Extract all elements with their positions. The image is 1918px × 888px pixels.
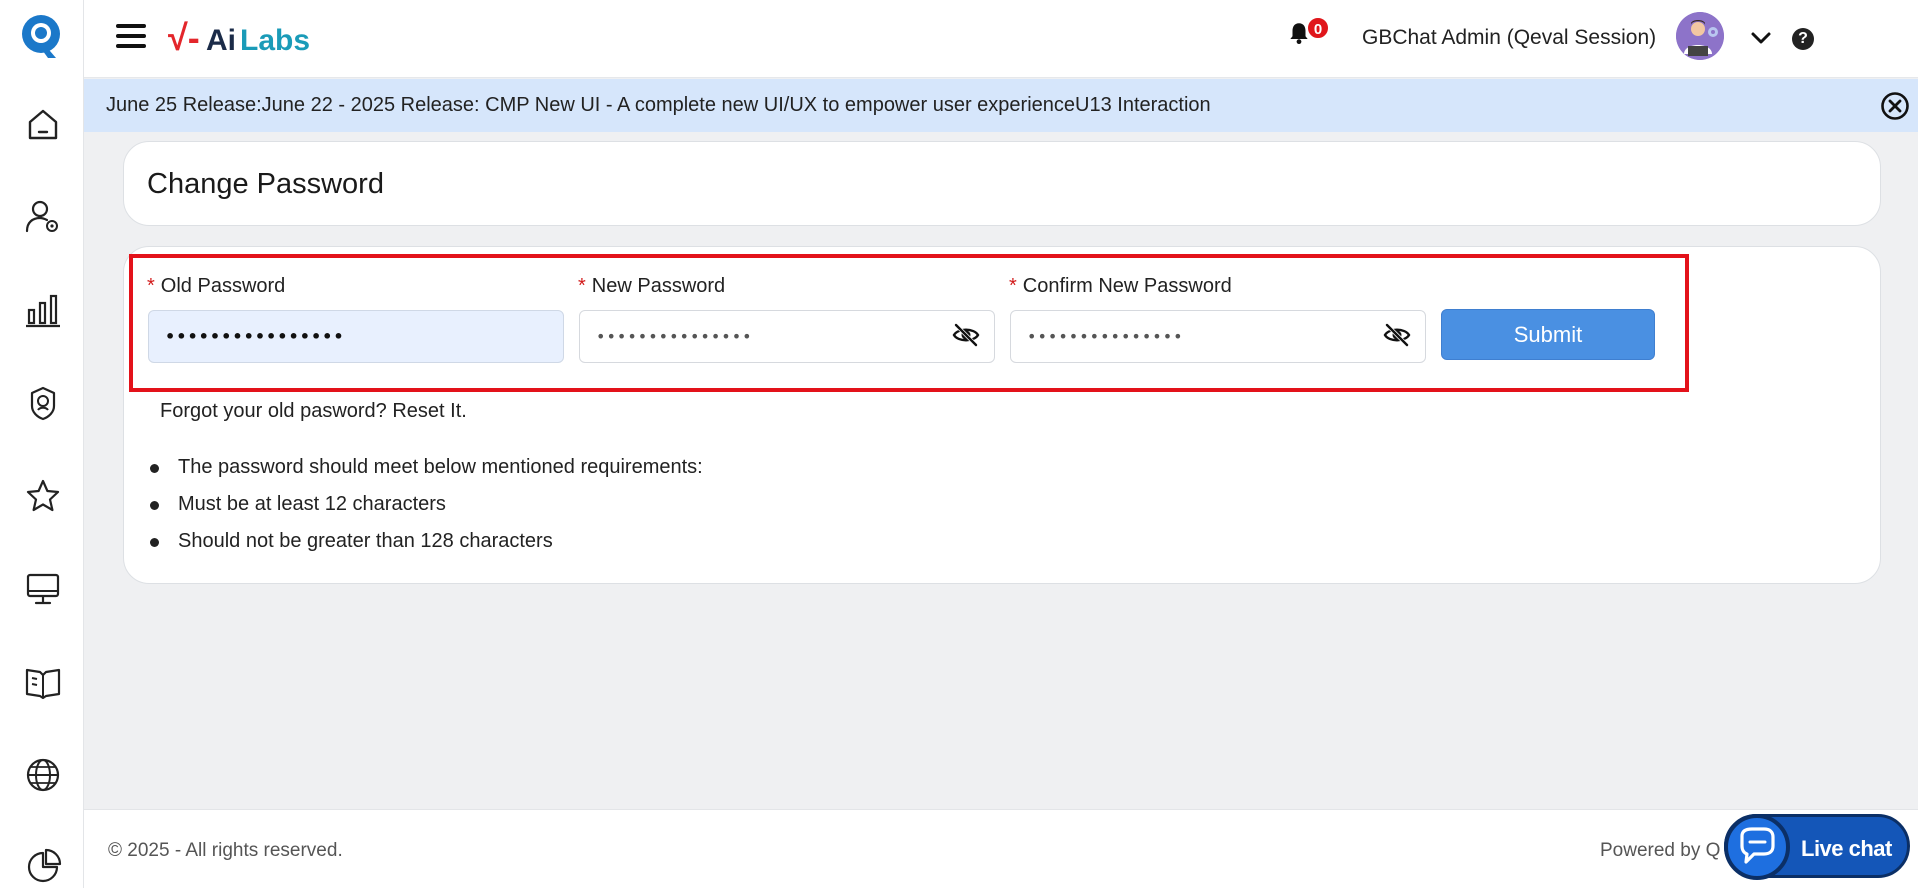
release-banner: June 25 Release:June 22 - 2025 Release: … <box>84 79 1918 132</box>
brand-logo[interactable]: √- Ai Labs <box>168 12 318 62</box>
list-item: Should not be greater than 128 character… <box>150 529 703 566</box>
sidebar-item-user-settings[interactable] <box>22 196 64 238</box>
live-chat-label: Live chat <box>1801 836 1892 861</box>
list-item: Must be at least 12 characters <box>150 492 703 529</box>
user-name[interactable]: GBChat Admin (Qeval Session) <box>1362 26 1656 50</box>
notification-count-badge: 0 <box>1306 16 1330 40</box>
globe-icon <box>26 758 60 792</box>
confirm-password-label: * Confirm New Password <box>1009 275 1232 297</box>
brand-labs: Labs <box>240 24 310 57</box>
avatar[interactable] <box>1676 12 1724 60</box>
eye-slash-icon <box>952 323 980 347</box>
live-chat-button[interactable]: Live chat <box>1724 814 1910 880</box>
required-marker: * <box>1009 275 1017 297</box>
sidebar <box>0 0 84 888</box>
brand-ai: Ai <box>206 24 236 57</box>
toggle-visibility-new-password[interactable] <box>951 320 981 350</box>
sidebar-item-knowledge[interactable] <box>22 661 64 703</box>
page-title: Change Password <box>147 168 384 200</box>
copyright-text: © 2025 - All rights reserved. <box>108 840 343 861</box>
sidebar-item-badge[interactable] <box>22 382 64 424</box>
toggle-visibility-confirm-password[interactable] <box>1382 320 1412 350</box>
chat-bubble-icon <box>1724 814 1790 880</box>
submit-button[interactable]: Submit <box>1441 309 1655 360</box>
forgot-password-text: Forgot your old pasword? Reset It. <box>160 400 467 422</box>
footer: © 2025 - All rights reserved. Powered by… <box>84 809 1918 888</box>
required-marker: * <box>578 275 586 297</box>
pie-chart-icon <box>27 848 62 883</box>
reset-password-link[interactable]: Reset It. <box>392 400 466 422</box>
sidebar-item-analytics[interactable] <box>22 289 64 331</box>
sidebar-item-reports[interactable] <box>22 845 64 887</box>
home-icon <box>28 109 58 140</box>
required-marker: * <box>147 275 155 297</box>
chevron-down-icon[interactable] <box>1750 28 1772 48</box>
banner-text: June 25 Release:June 22 - 2025 Release: … <box>106 94 1211 116</box>
new-password-label: * New Password <box>578 275 726 297</box>
page-title-card: Change Password <box>123 141 1881 226</box>
eye-slash-icon <box>1383 323 1411 347</box>
password-requirements-list: The password should meet below mentioned… <box>150 455 703 566</box>
user-settings-icon <box>25 200 58 233</box>
sidebar-item-web[interactable] <box>22 754 64 796</box>
star-icon <box>26 479 60 512</box>
badge-icon <box>30 386 56 421</box>
sidebar-item-favorites[interactable] <box>22 475 64 517</box>
menu-toggle-button[interactable] <box>116 24 146 52</box>
sidebar-item-home[interactable] <box>22 103 64 145</box>
list-item: The password should meet below mentioned… <box>150 455 703 492</box>
brand-prefix: √- <box>168 17 200 58</box>
monitor-icon <box>26 573 60 605</box>
old-password-label: * Old Password <box>147 275 286 297</box>
old-password-input[interactable] <box>148 310 564 363</box>
new-password-input[interactable] <box>579 310 995 363</box>
confirm-password-input[interactable] <box>1010 310 1426 363</box>
bar-chart-icon <box>26 294 60 328</box>
powered-by-text: Powered by Q <box>1600 840 1721 861</box>
sidebar-item-monitor[interactable] <box>22 568 64 610</box>
q-logo[interactable] <box>20 14 62 60</box>
book-icon <box>25 668 61 700</box>
close-icon[interactable] <box>1880 91 1910 121</box>
help-icon[interactable]: ? <box>1792 28 1814 50</box>
